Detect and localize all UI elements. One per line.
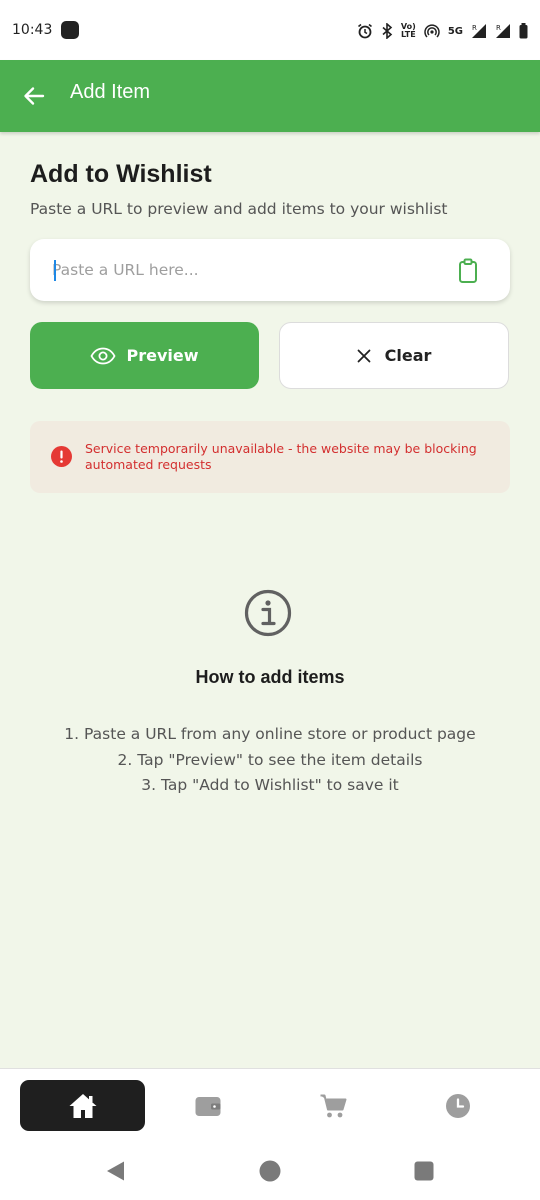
preview-button[interactable]: Preview (30, 322, 259, 389)
home-icon (69, 1093, 96, 1118)
status-icons: Vo) LTE 5G R R (357, 20, 528, 42)
signal-icon-2: R (495, 23, 511, 39)
url-input-container (30, 239, 510, 301)
triangle-back-icon (107, 1161, 124, 1181)
system-recents-button[interactable] (412, 1159, 436, 1183)
howto-step: 1. Paste a URL from any online store or … (64, 725, 476, 743)
howto-step: 2. Tap "Preview" to see the item details (117, 750, 423, 769)
signal-icon: R (471, 23, 487, 39)
clear-button-label: Clear (384, 346, 432, 365)
alarm-icon (357, 23, 373, 39)
hotspot-icon (424, 23, 440, 39)
clear-button[interactable]: Clear (279, 322, 509, 389)
circle-home-icon (259, 1160, 281, 1182)
clock-icon (445, 1093, 470, 1118)
paste-button[interactable] (456, 258, 480, 284)
howto-title: How to add items (195, 667, 345, 687)
section-subheading: Paste a URL to preview and add items to … (30, 200, 448, 218)
howto-steps: 1. Paste a URL from any online store or … (0, 722, 540, 799)
nav-item-wallet[interactable] (145, 1080, 270, 1131)
system-back-button[interactable] (103, 1159, 127, 1183)
notification-app-icon (61, 21, 79, 39)
eye-icon (90, 347, 117, 364)
square-recents-icon (414, 1161, 434, 1181)
howto-step: 3. Tap "Add to Wishlist" to save it (141, 776, 399, 794)
wallet-icon (195, 1096, 220, 1116)
svg-text:R: R (472, 24, 477, 32)
network-type: 5G (447, 25, 463, 37)
clipboard-icon (459, 258, 477, 283)
section-heading: Add to Wishlist (30, 160, 212, 188)
text-cursor (54, 260, 56, 281)
bluetooth-icon (381, 23, 393, 39)
status-time: 10:43 (12, 22, 53, 38)
bottom-nav (0, 1068, 540, 1142)
battery-icon (519, 23, 528, 39)
close-icon (357, 349, 371, 362)
volte-indicator: Vo) LTE (400, 22, 416, 39)
error-icon (51, 446, 72, 467)
error-message: Service temporarily unavailable - the we… (85, 441, 477, 472)
url-input[interactable] (52, 258, 442, 282)
page-title: Add Item (70, 81, 151, 103)
preview-button-label: Preview (126, 346, 199, 365)
back-button[interactable] (18, 80, 50, 112)
system-nav-bar (0, 1142, 540, 1200)
info-icon (244, 589, 292, 637)
status-bar: 10:43 Vo) LTE 5G R R (0, 0, 540, 60)
app-bar: Add Item (0, 60, 540, 132)
system-home-button[interactable] (258, 1159, 282, 1183)
error-banner: Service temporarily unavailable - the we… (30, 421, 510, 493)
cart-icon (320, 1094, 346, 1117)
nav-item-home[interactable] (20, 1080, 145, 1131)
nav-item-cart[interactable] (270, 1080, 395, 1131)
nav-item-history[interactable] (395, 1080, 520, 1131)
arrow-left-icon (24, 87, 45, 105)
svg-text:R: R (496, 24, 501, 32)
